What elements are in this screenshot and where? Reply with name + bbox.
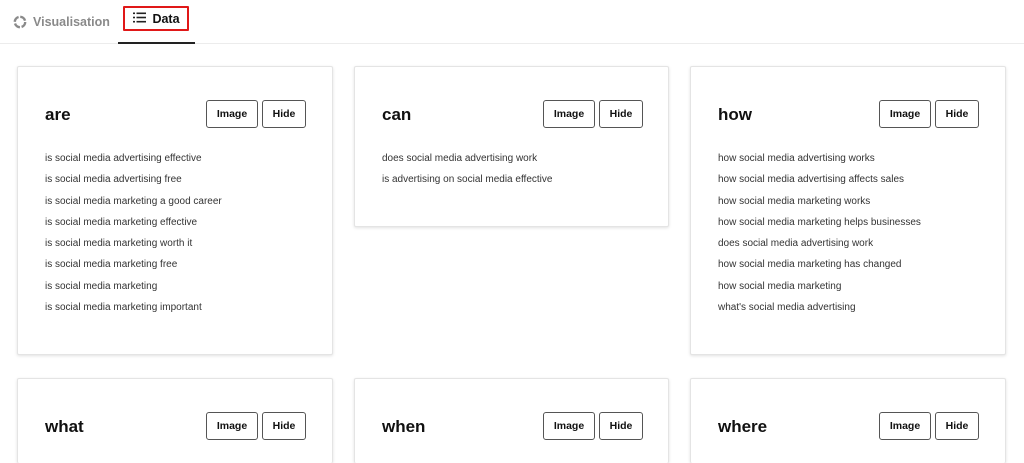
list-item: how social media marketing helps busines…: [718, 216, 921, 228]
list-item: how social media marketing has changed: [718, 259, 902, 271]
card-title: when: [382, 417, 426, 436]
hide-button[interactable]: Hide: [935, 100, 979, 128]
suggestion-list: is social media advertising effective is…: [45, 153, 222, 323]
card-title: what: [45, 417, 84, 436]
image-button[interactable]: Image: [879, 100, 931, 128]
list-item: is social media marketing worth it: [45, 238, 193, 250]
list-icon: [133, 12, 147, 26]
tab-visualisation[interactable]: Visualisation: [13, 0, 110, 44]
card-title: can: [382, 105, 412, 124]
card-are: are Image Hide is social media advertisi…: [17, 66, 333, 355]
tab-data-label: Data: [152, 11, 180, 26]
hide-button[interactable]: Hide: [599, 100, 643, 128]
active-tab-underline: [118, 42, 195, 44]
hide-button[interactable]: Hide: [599, 412, 643, 440]
card-where: where Image Hide: [690, 378, 1006, 463]
card-what: what Image Hide: [17, 378, 333, 463]
list-item: is social media marketing effective: [45, 216, 198, 228]
list-item: does social media advertising work: [382, 153, 538, 164]
image-button[interactable]: Image: [206, 412, 258, 440]
list-item: is social media marketing a good career: [45, 195, 222, 207]
list-item: is social media advertising free: [45, 174, 182, 186]
card-title: how: [718, 105, 752, 124]
list-item: how social media advertising works: [718, 153, 875, 164]
card-title: are: [45, 105, 71, 124]
image-button[interactable]: Image: [879, 412, 931, 440]
hide-button[interactable]: Hide: [935, 412, 979, 440]
card-when: when Image Hide: [354, 378, 669, 463]
tab-visualisation-label: Visualisation: [33, 15, 110, 29]
ring-icon: [13, 15, 27, 29]
list-item: how social media advertising affects sal…: [718, 174, 905, 186]
card-title: where: [718, 417, 768, 436]
list-item: what's social media advertising: [718, 302, 856, 314]
suggestion-list: does social media advertising work is ad…: [382, 153, 552, 196]
suggestion-list: how social media advertising works how s…: [718, 153, 921, 323]
hide-button[interactable]: Hide: [262, 412, 306, 440]
tab-data[interactable]: Data: [118, 0, 195, 44]
list-item: how social media marketing works: [718, 195, 871, 207]
list-item: does social media advertising work: [718, 238, 874, 250]
list-item: is social media marketing important: [45, 302, 202, 314]
card-how: how Image Hide how social media advertis…: [690, 66, 1006, 355]
hide-button[interactable]: Hide: [262, 100, 306, 128]
tab-bar: Visualisation Data: [0, 0, 1024, 44]
list-item: is advertising on social media effective: [382, 174, 553, 186]
list-item: is social media marketing free: [45, 259, 178, 271]
list-item: is social media marketing: [45, 280, 158, 292]
list-item: is social media advertising effective: [45, 153, 202, 164]
card-can: can Image Hide does social media adverti…: [354, 66, 669, 227]
image-button[interactable]: Image: [543, 412, 595, 440]
image-button[interactable]: Image: [206, 100, 258, 128]
list-item: how social media marketing: [718, 280, 842, 292]
image-button[interactable]: Image: [543, 100, 595, 128]
